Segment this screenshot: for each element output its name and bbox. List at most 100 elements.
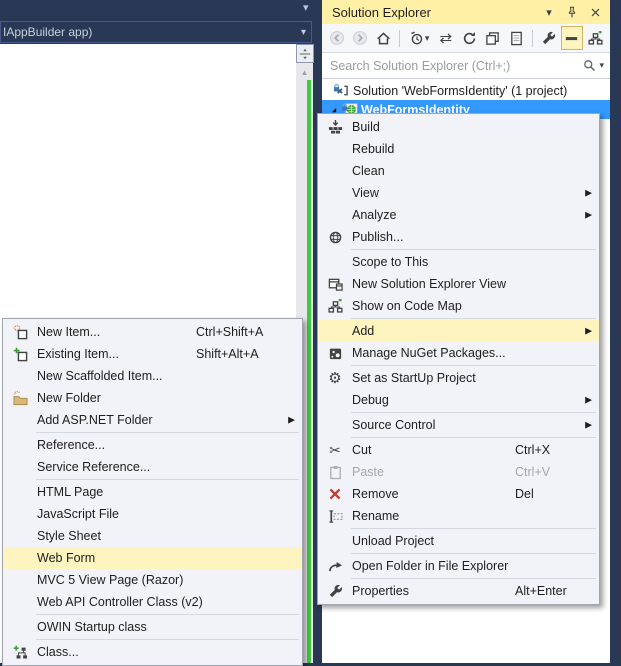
menu-shortcut: Alt+Enter bbox=[515, 584, 567, 598]
home-button[interactable] bbox=[372, 26, 394, 50]
menu-shortcut: Ctrl+Shift+A bbox=[196, 325, 264, 339]
menu-item-clean[interactable]: Clean bbox=[318, 160, 599, 182]
new-view-icon bbox=[322, 277, 348, 292]
menu-item-scope-to-this[interactable]: Scope to This bbox=[318, 251, 599, 273]
menu-item-mvc-5-view-page-razor[interactable]: MVC 5 View Page (Razor) bbox=[3, 569, 302, 591]
menu-item-paste: Paste Ctrl+V bbox=[318, 461, 599, 483]
menu-item-label: New Solution Explorer View bbox=[352, 277, 507, 291]
menu-item-debug[interactable]: Debug ▶ bbox=[318, 389, 599, 411]
menu-item-show-on-code-map[interactable]: Show on Code Map bbox=[318, 295, 599, 317]
collapse-all-button[interactable] bbox=[481, 26, 503, 50]
menu-item-label: View bbox=[352, 186, 379, 200]
splitter-handle[interactable] bbox=[296, 44, 314, 63]
properties-button[interactable] bbox=[537, 26, 559, 50]
menu-item-label: Source Control bbox=[352, 418, 436, 432]
menu-item-label: Analyze bbox=[352, 208, 397, 222]
submenu-arrow-icon: ▶ bbox=[585, 209, 592, 220]
refresh-button[interactable] bbox=[458, 26, 480, 50]
existing-item-icon bbox=[7, 347, 33, 362]
tree-item-solution-webformsidentity-1-project[interactable]: Solution 'WebFormsIdentity' (1 project) bbox=[322, 81, 610, 100]
menu-item-label: New Item... bbox=[37, 325, 101, 339]
show-all-files-button[interactable] bbox=[560, 26, 584, 50]
method-dropdown-text: IAppBuilder app) bbox=[3, 25, 93, 39]
menu-item-add-asp-net-folder[interactable]: Add ASP.NET Folder ▶ bbox=[3, 409, 302, 431]
pending-changes-filter-button[interactable]: ▾ bbox=[405, 26, 434, 50]
tab-well-chevron-icon[interactable]: ▾ bbox=[303, 1, 309, 14]
menu-item-label: Service Reference... bbox=[37, 460, 151, 474]
menu-item-class[interactable]: Class... bbox=[3, 641, 302, 663]
menu-item-label: Rename bbox=[352, 509, 400, 523]
menu-item-manage-nuget-packages[interactable]: Manage NuGet Packages... bbox=[318, 342, 599, 364]
menu-item-rebuild[interactable]: Rebuild bbox=[318, 138, 599, 160]
menu-item-existing-item[interactable]: Existing Item... Shift+Alt+A bbox=[3, 343, 302, 365]
change-tracking-bar bbox=[307, 80, 311, 663]
search-icon bbox=[584, 60, 596, 71]
tree-item-label: Solution 'WebFormsIdentity' (1 project) bbox=[353, 83, 568, 98]
menu-item-style-sheet[interactable]: Style Sheet bbox=[3, 525, 302, 547]
menu-item-label: Web Form bbox=[37, 551, 96, 565]
chevron-down-icon[interactable]: ▾ bbox=[542, 5, 556, 19]
new-folder-icon bbox=[7, 390, 33, 406]
menu-item-web-api-controller-class-v2[interactable]: Web API Controller Class (v2) bbox=[3, 591, 302, 613]
menu-item-new-item[interactable]: New Item... Ctrl+Shift+A bbox=[3, 321, 302, 343]
remove-icon bbox=[322, 487, 348, 501]
menu-separator bbox=[36, 614, 299, 615]
menu-item-reference[interactable]: Reference... bbox=[3, 434, 302, 456]
menu-item-new-solution-explorer-view[interactable]: New Solution Explorer View bbox=[318, 273, 599, 295]
search-input[interactable] bbox=[322, 58, 584, 73]
menu-item-cut[interactable]: ✂ Cut Ctrl+X bbox=[318, 439, 599, 461]
pin-icon[interactable] bbox=[565, 5, 579, 19]
menu-item-label: Manage NuGet Packages... bbox=[352, 346, 506, 360]
menu-item-label: Properties bbox=[352, 584, 409, 598]
menu-item-label: Cut bbox=[352, 443, 372, 457]
new-solution-explorer-view-button[interactable] bbox=[584, 26, 606, 50]
menu-shortcut: Ctrl+X bbox=[515, 443, 551, 457]
menu-item-label: Set as StartUp Project bbox=[352, 371, 476, 385]
sync-with-active-document-button[interactable]: ⇄ bbox=[435, 26, 457, 50]
editor-navigation-bar: IAppBuilder app) ▾ bbox=[0, 21, 315, 43]
open-folder-icon bbox=[322, 559, 348, 574]
submenu-arrow-icon: ▶ bbox=[288, 414, 295, 425]
menu-item-publish[interactable]: Publish... bbox=[318, 226, 599, 248]
menu-item-build[interactable]: Build bbox=[318, 116, 599, 138]
solution-icon bbox=[332, 83, 350, 98]
project-context-menu: Build Rebuild Clean View ▶ Analyze ▶ Publish...… bbox=[317, 113, 600, 605]
menu-item-new-scaffolded-item[interactable]: New Scaffolded Item... bbox=[3, 365, 302, 387]
menu-separator bbox=[351, 578, 596, 579]
submenu-arrow-icon: ▶ bbox=[585, 325, 592, 336]
menu-item-view[interactable]: View ▶ bbox=[318, 182, 599, 204]
gear-icon: ⚙ bbox=[328, 369, 342, 387]
menu-item-label: Style Sheet bbox=[37, 529, 101, 543]
menu-item-label: Reference... bbox=[37, 438, 106, 452]
menu-item-analyze[interactable]: Analyze ▶ bbox=[318, 204, 599, 226]
menu-item-label: Rebuild bbox=[352, 142, 395, 156]
chevron-down-icon: ▾ bbox=[300, 26, 306, 38]
chevron-down-icon: ▾ bbox=[599, 60, 604, 70]
menu-item-label: Unload Project bbox=[352, 534, 434, 548]
menu-item-rename[interactable]: Rename bbox=[318, 505, 599, 527]
method-dropdown[interactable]: IAppBuilder app) ▾ bbox=[0, 21, 312, 43]
scroll-up-arrow-icon[interactable]: ▲ bbox=[296, 68, 313, 77]
menu-item-source-control[interactable]: Source Control ▶ bbox=[318, 414, 599, 436]
add-submenu: New Item... Ctrl+Shift+A Existing Item... S… bbox=[2, 318, 303, 666]
menu-item-label: Paste bbox=[352, 465, 384, 479]
close-icon[interactable] bbox=[588, 5, 602, 19]
menu-item-properties[interactable]: Properties Alt+Enter bbox=[318, 580, 599, 602]
search-controls[interactable]: ▾ bbox=[583, 59, 610, 72]
menu-item-add[interactable]: Add ▶ bbox=[318, 320, 599, 342]
menu-item-html-page[interactable]: HTML Page bbox=[3, 481, 302, 503]
menu-separator bbox=[351, 412, 596, 413]
menu-item-owin-startup-class[interactable]: OWIN Startup class bbox=[3, 616, 302, 638]
menu-shortcut: Shift+Alt+A bbox=[196, 347, 259, 361]
new-item-icon bbox=[7, 324, 33, 340]
menu-item-remove[interactable]: Remove Del bbox=[318, 483, 599, 505]
menu-item-label: New Folder bbox=[37, 391, 101, 405]
menu-item-open-folder-in-file-explorer[interactable]: Open Folder in File Explorer bbox=[318, 555, 599, 577]
menu-item-unload-project[interactable]: Unload Project bbox=[318, 530, 599, 552]
menu-item-web-form[interactable]: Web Form bbox=[3, 547, 302, 569]
menu-item-set-as-startup-project[interactable]: ⚙ Set as StartUp Project bbox=[318, 367, 599, 389]
menu-item-new-folder[interactable]: New Folder bbox=[3, 387, 302, 409]
preview-selected-items-button[interactable] bbox=[505, 26, 527, 50]
menu-item-javascript-file[interactable]: JavaScript File bbox=[3, 503, 302, 525]
menu-item-service-reference[interactable]: Service Reference... bbox=[3, 456, 302, 478]
